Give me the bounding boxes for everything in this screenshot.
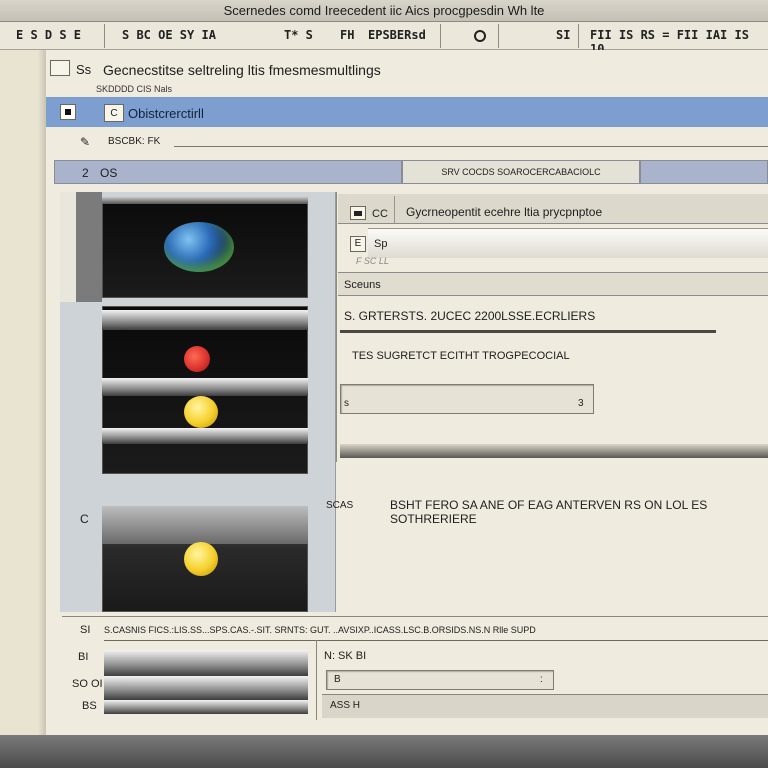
bottom-label-1: BI bbox=[78, 651, 89, 663]
bottom-footer-row bbox=[322, 694, 768, 718]
edit-icon[interactable]: ✎ bbox=[80, 135, 90, 149]
section-checkbox[interactable] bbox=[50, 60, 70, 76]
checkbox-mark-icon bbox=[354, 210, 362, 216]
details-row1-label: CC bbox=[372, 208, 388, 220]
thumb-3-stripe bbox=[102, 506, 308, 544]
toolbar-group-5[interactable]: EPSBERsd bbox=[368, 28, 426, 42]
sources-header bbox=[338, 272, 768, 296]
section-title: Gecnecstitse seltreling ltis fmesmesmult… bbox=[103, 62, 381, 78]
red-dot-icon bbox=[184, 346, 210, 372]
bottom-row-label: SI bbox=[80, 624, 91, 636]
details-input-right: 3 bbox=[578, 398, 584, 409]
toolbar-separator bbox=[578, 24, 579, 48]
bottom-divider bbox=[62, 616, 768, 617]
thumb-gutter bbox=[60, 192, 76, 302]
header-title: Obistcrerctirll bbox=[128, 106, 204, 121]
search-icon bbox=[474, 29, 486, 42]
details-scrollbar[interactable] bbox=[340, 444, 768, 458]
window-title: Scernedes comd Ireecedent iic Aics procg… bbox=[223, 3, 545, 18]
bottom-col-divider bbox=[316, 640, 317, 720]
details-hint: F SC LL bbox=[356, 256, 389, 266]
bottom-label-3: BS bbox=[82, 700, 97, 712]
details-row2-button-face[interactable]: E bbox=[350, 236, 366, 252]
side-text: BSHT FERO SA ANE OF EAG ANTERVEN RS ON L… bbox=[390, 498, 708, 526]
thumb-selection-bar bbox=[76, 192, 102, 302]
tab-right[interactable] bbox=[640, 160, 768, 184]
details-input[interactable] bbox=[340, 384, 594, 414]
toolbar-group-2[interactable]: S BC OE SY IA bbox=[122, 28, 216, 42]
bottom-input-suffix: : bbox=[540, 674, 543, 685]
bottom-input[interactable] bbox=[326, 670, 554, 690]
bottom-slider-3[interactable] bbox=[104, 700, 308, 714]
bottom-slider-2[interactable] bbox=[104, 676, 308, 700]
side-label: SCAS bbox=[326, 500, 354, 511]
sources-label: Sceuns bbox=[344, 279, 381, 291]
bottom-field-label: N: SK BI bbox=[324, 650, 367, 662]
info-underline bbox=[340, 330, 716, 333]
divider bbox=[174, 146, 768, 147]
title-bar: Scernedes comd Ireecedent iic Aics procg… bbox=[0, 0, 768, 22]
desc-text: TES SUGRETCT ECITHT TROGPECOCIAL bbox=[352, 350, 570, 362]
bottom-scroll-text: S.CASNIS FICS.:LIS.SS...SPS.CAS.-.SIT. S… bbox=[104, 625, 536, 635]
header-checkbox[interactable] bbox=[60, 104, 76, 120]
search-toolbar-button[interactable]: Q bbox=[474, 28, 486, 42]
bottom-slider-1[interactable] bbox=[104, 650, 308, 676]
section-checkbox-label: Ss bbox=[76, 62, 92, 77]
thumb-3-label: C bbox=[80, 512, 89, 526]
toolbar: E S D S E S BC OE SY IA T* S FH EPSBERsd… bbox=[0, 22, 768, 56]
gutter-shadow bbox=[38, 50, 46, 735]
yellow-dot-icon bbox=[184, 396, 218, 428]
thumb-2-stripe-top bbox=[102, 310, 308, 330]
details-row2-bg bbox=[368, 228, 768, 258]
status-bar bbox=[0, 735, 768, 768]
tab-number: 2 bbox=[82, 166, 89, 180]
yellow-dot-icon bbox=[184, 542, 218, 576]
info-text: S. GRTERSTS. 2UCEC 2200LSSE.ECRLIERS bbox=[344, 309, 596, 323]
blue-orb-icon bbox=[164, 222, 234, 272]
details-row2-value-face: Sp bbox=[374, 238, 388, 250]
bottom-footer-text: ASS H bbox=[330, 700, 361, 711]
section-subtitle: SKDDDD CIS Nals bbox=[96, 84, 173, 94]
bottom-label-2: SO OI bbox=[72, 678, 103, 690]
sub-label: BSCBK: FK bbox=[108, 136, 161, 147]
details-checkbox[interactable] bbox=[350, 206, 366, 220]
bottom-input-value: B bbox=[334, 674, 341, 685]
view-button[interactable]: SI bbox=[556, 28, 570, 42]
tab-center[interactable]: SRV COCDS SOAROCERCABACIOLC bbox=[402, 160, 640, 184]
toolbar-group-1[interactable]: E S D S E bbox=[16, 28, 81, 42]
details-row1-text: Gycrneopentit ecehre ltia prycpnptoe bbox=[406, 205, 603, 219]
toolbar-separator bbox=[440, 24, 441, 48]
toolbar-separator bbox=[498, 24, 499, 48]
details-input-left: s bbox=[344, 398, 349, 409]
thumb-2-stripe-mid bbox=[102, 378, 308, 396]
header-toggle[interactable]: C bbox=[104, 104, 124, 122]
toolbar-group-3[interactable]: T* S bbox=[284, 28, 313, 42]
checkbox-mark-icon bbox=[65, 109, 71, 115]
toolbar-separator bbox=[104, 24, 105, 48]
toolbar-group-4[interactable]: FH bbox=[340, 28, 354, 42]
thumb-2-stripe-bottom bbox=[102, 428, 308, 444]
tab-label: OS bbox=[100, 166, 118, 180]
thumb-1-stripe bbox=[102, 196, 308, 204]
bottom-text-underline bbox=[104, 640, 768, 641]
